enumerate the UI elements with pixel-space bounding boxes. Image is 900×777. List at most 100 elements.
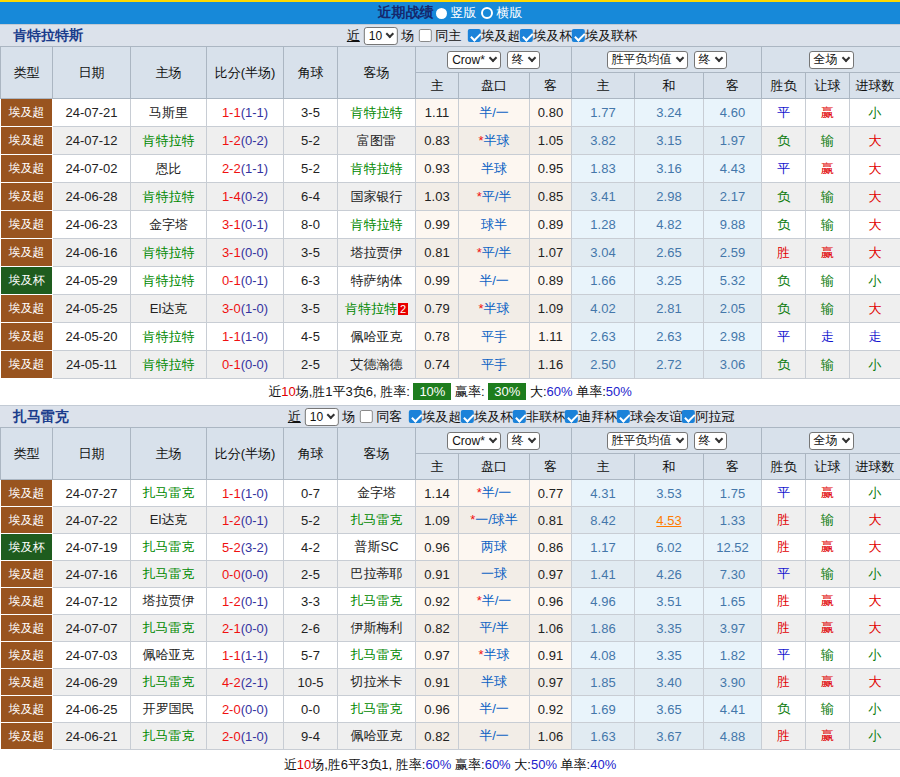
home-team-name[interactable]: El达克 [150,301,188,316]
corner-cell: 6-3 [284,267,338,295]
league-checkbox[interactable] [617,410,630,423]
away-team-name[interactable]: 佩哈亚克 [351,728,403,743]
league-label: 阿拉冠 [695,408,734,426]
league-checkbox[interactable] [565,410,578,423]
away-team-name[interactable]: 塔拉贾伊 [351,245,403,260]
avg-draw-cell: 3.35 [635,615,704,642]
league-checkbox[interactable] [409,410,422,423]
bookmaker-select[interactable]: Crow* [447,432,501,450]
match-count-select[interactable]: 10 [364,27,398,45]
handicap-result-cell: 输 [806,267,850,295]
home-team-name[interactable]: 扎马雷克 [143,728,195,743]
avg-type-select[interactable]: 胜平负均值 [607,51,688,69]
summary-recent: 近 [268,384,281,399]
away-team-name[interactable]: 扎马雷克 [351,647,403,662]
date-cell: 24-07-21 [53,99,131,127]
away-team-name[interactable]: 巴拉蒂耶 [351,566,403,581]
away-team-name[interactable]: 佩哈亚克 [351,329,403,344]
score-cell: 1-1(1-1) [207,99,284,127]
home-team-name[interactable]: 扎马雷克 [143,566,195,581]
select-value: 胜平负均值 [612,432,672,449]
home-team-name[interactable]: 肯特拉特 [143,273,195,288]
home-team-name[interactable]: 肯特拉特 [143,133,195,148]
period-select[interactable]: 全场 [809,51,854,69]
home-team-name[interactable]: 肯特拉特 [143,329,195,344]
avg-home-cell: 3.82 [572,127,635,155]
home-team-cell: 肯特拉特 [131,351,207,379]
away-team-name[interactable]: 肯特拉特 [351,161,403,176]
handicap-value: 半/一 [482,485,512,500]
corner-cell: 2-5 [284,561,338,588]
avg-group-header: 胜平负均值终 [572,47,762,73]
league-type-cell: 埃及超 [1,183,53,211]
league-checkbox[interactable] [461,410,474,423]
away-team-name[interactable]: 富图雷 [357,133,396,148]
league-checkbox[interactable] [520,29,533,42]
league-checkbox[interactable] [682,410,695,423]
away-team-name[interactable]: 扎马雷克 [351,701,403,716]
goals-result-cell: 走 [850,323,900,351]
home-team-name[interactable]: 扎马雷克 [143,539,195,554]
avg-stage-select[interactable]: 终 [694,51,727,69]
away-team-name[interactable]: 扎马雷克 [351,593,403,608]
home-team-name[interactable]: 肯特拉特 [143,245,195,260]
away-team-name[interactable]: 肯特拉特 [345,301,397,316]
home-team-name[interactable]: El达克 [150,512,188,527]
away-team-name[interactable]: 特萨纳体 [351,273,403,288]
odds-stage-select[interactable]: 终 [507,432,540,450]
away-team-name[interactable]: 国家银行 [351,189,403,204]
avg-draw-value: 3.53 [656,486,681,501]
avg-draw-cell: 2.98 [635,183,704,211]
home-team-name[interactable]: 扎马雷克 [143,674,195,689]
away-team-name[interactable]: 艾德瀚德 [351,357,403,372]
home-team-name[interactable]: 塔拉贾伊 [143,593,195,608]
home-team-name[interactable]: 肯特拉特 [143,189,195,204]
avg-away-cell: 1.82 [704,642,762,669]
horizontal-layout-radio[interactable] [481,7,493,19]
away-team-name[interactable]: 金字塔 [357,485,396,500]
chevron-down-icon [528,54,536,62]
home-team-name[interactable]: 开罗国民 [143,701,195,716]
away-team-name[interactable]: 肯特拉特 [351,105,403,120]
bookmaker-select[interactable]: Crow* [447,51,501,69]
home-team-name[interactable]: 扎马雷克 [143,485,195,500]
halftime-score: (0-0) [241,621,268,636]
home-team-name[interactable]: 马斯里 [149,105,188,120]
league-checkbox[interactable] [468,29,481,42]
home-team-name[interactable]: 恩比 [156,161,182,176]
home-odds-cell: 0.79 [416,295,459,323]
odds-stage-select[interactable]: 终 [507,51,540,69]
avg-away-cell: 2.98 [704,323,762,351]
halftime-score: (0-1) [241,217,268,232]
match-count-select[interactable]: 10 [305,408,339,426]
halftime-score: (1-1) [241,648,268,663]
avg-stage-select[interactable]: 终 [694,432,727,450]
recent-link[interactable]: 近 [288,408,301,426]
recent-link[interactable]: 近 [347,27,360,45]
league-checkbox[interactable] [572,29,585,42]
away-team-cell: 塔拉贾伊 [338,239,416,267]
home-team-name[interactable]: 金字塔 [149,217,188,232]
avg-type-select[interactable]: 胜平负均值 [607,432,688,450]
vertical-layout-radio[interactable] [436,8,447,19]
home-team-name[interactable]: 佩哈亚克 [143,647,195,662]
score-cell: 1-1(1-0) [207,480,284,507]
league-checkbox[interactable] [513,410,526,423]
league-type-cell: 埃及超 [1,99,53,127]
same-venue-checkbox[interactable] [360,410,373,423]
corner-cell: 5-2 [284,155,338,183]
period-select[interactable]: 全场 [809,432,854,450]
handicap-result-cell: 输 [806,211,850,239]
match-row: 埃及超24-05-20肯特拉特1-1(1-0)4-5佩哈亚克0.78平手1.11… [1,323,900,351]
away-team-name[interactable]: 扎马雷克 [351,512,403,527]
home-team-name[interactable]: 肯特拉特 [143,357,195,372]
same-venue-checkbox[interactable] [419,29,432,42]
away-team-name[interactable]: 伊斯梅利 [351,620,403,635]
away-team-name[interactable]: 切拉米卡 [351,674,403,689]
home-team-name[interactable]: 扎马雷克 [143,620,195,635]
avg-draw-value: 3.67 [656,729,681,744]
away-team-name[interactable]: 肯特拉特 [351,217,403,232]
away-team-name[interactable]: 普斯SC [354,539,398,554]
result-cell: 负 [762,127,806,155]
select-value: 全场 [814,432,838,449]
